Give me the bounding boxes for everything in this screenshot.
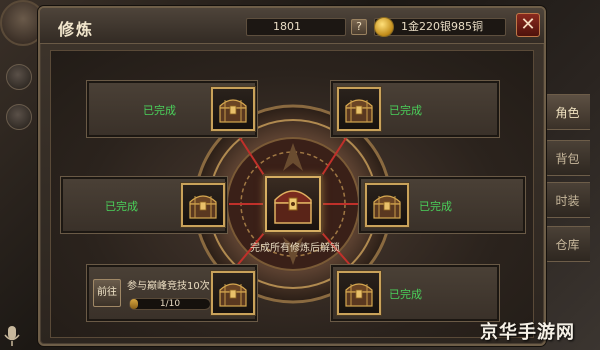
menu-round-icon[interactable] bbox=[6, 104, 32, 130]
treasure-chest-icon bbox=[189, 195, 217, 219]
window-title: 修炼 bbox=[58, 20, 95, 39]
diamond-counter: 1801 bbox=[246, 18, 346, 36]
task-status-completed: 已完成 bbox=[389, 288, 422, 301]
treasure-chest-icon bbox=[345, 283, 373, 307]
reward-chest-slot[interactable] bbox=[181, 183, 225, 227]
close-button[interactable]: ✕ bbox=[516, 13, 540, 37]
task-panel-top-left: 已完成 bbox=[87, 81, 257, 137]
cultivation-board: 已完成 已完成 已完成 完成所有修炼后解锁 已完成 前往 参与巅峰竞技10次 1… bbox=[50, 50, 534, 338]
reward-chest-slot[interactable] bbox=[211, 271, 255, 315]
task-progress-bar: 1/10 bbox=[129, 298, 211, 310]
task-panel-mid-right: 已完成 bbox=[359, 177, 525, 233]
side-tab-fashion[interactable]: 时装 bbox=[544, 182, 590, 218]
task-status-completed: 已完成 bbox=[143, 104, 176, 117]
side-tab-character[interactable]: 角色 bbox=[544, 94, 590, 130]
diamond-amount: 1801 bbox=[273, 20, 301, 33]
final-reward-slot[interactable] bbox=[265, 176, 321, 232]
reward-chest-slot[interactable] bbox=[365, 183, 409, 227]
task-panel-bottom-right: 已完成 bbox=[331, 265, 499, 321]
site-watermark: 京华手游网 bbox=[480, 322, 575, 343]
task-description: 参与巅峰竞技10次 bbox=[127, 281, 210, 292]
help-button[interactable]: ? bbox=[351, 19, 367, 35]
task-status-completed: 已完成 bbox=[419, 200, 452, 213]
side-tab-bag[interactable]: 背包 bbox=[544, 140, 590, 176]
gold-coin-icon bbox=[374, 17, 394, 37]
treasure-chest-icon bbox=[219, 99, 247, 123]
cultivation-window: 修炼 1801 ? 1金220银985铜 ✕ 已完成 已完成 已完成 完成所有修… bbox=[38, 6, 546, 346]
play-icon[interactable] bbox=[6, 64, 32, 90]
reward-chest-slot[interactable] bbox=[211, 87, 255, 131]
task-status-completed: 已完成 bbox=[105, 200, 138, 213]
treasure-chest-icon bbox=[373, 195, 401, 219]
treasure-chest-icon bbox=[345, 99, 373, 123]
gold-amount: 1金220银985铜 bbox=[401, 20, 483, 33]
reward-chest-slot[interactable] bbox=[337, 87, 381, 131]
unlock-caption: 完成所有修炼后解锁 bbox=[250, 243, 340, 254]
task-panel-mid-left: 已完成 bbox=[61, 177, 227, 233]
task-panel-bottom-left: 前往 参与巅峰竞技10次 1/10 bbox=[87, 265, 257, 321]
task-progress-text: 1/10 bbox=[159, 299, 181, 309]
side-tab-warehouse[interactable]: 仓库 bbox=[544, 226, 590, 262]
goto-button[interactable]: 前往 bbox=[93, 279, 121, 307]
microphone-icon[interactable] bbox=[2, 324, 22, 348]
title-bar: 修炼 1801 ? 1金220银985铜 ✕ bbox=[40, 8, 544, 44]
reward-chest-slot[interactable] bbox=[337, 271, 381, 315]
task-status-completed: 已完成 bbox=[389, 104, 422, 117]
treasure-chest-icon bbox=[219, 283, 247, 307]
task-panel-top-right: 已完成 bbox=[331, 81, 499, 137]
grand-treasure-icon bbox=[274, 190, 312, 224]
